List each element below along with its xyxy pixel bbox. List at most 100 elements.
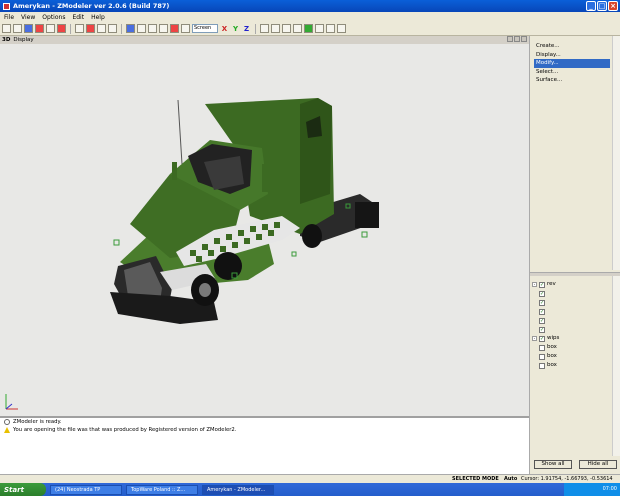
paste-icon[interactable] [97, 24, 106, 33]
truck-model[interactable] [0, 44, 529, 416]
tree-item[interactable]: ✓ [532, 289, 612, 298]
close-button[interactable]: × [608, 1, 618, 11]
mode-indicator: SELECTED MODE [452, 476, 499, 482]
hierarchy-icon[interactable] [315, 24, 324, 33]
new-file-icon[interactable] [2, 24, 11, 33]
window-title: Amerykan - ZModeler ver 2.0.6 (Build 787… [13, 2, 170, 10]
box-select-icon[interactable] [137, 24, 146, 33]
tree-item[interactable]: ✓ [532, 298, 612, 307]
tree-item-rev[interactable]: - ✓ rev [532, 280, 612, 289]
scale-icon[interactable] [159, 24, 168, 33]
axis-gizmo-icon [5, 394, 18, 410]
command-panel: Create... Display... Modify... Select...… [529, 36, 620, 476]
copy-icon[interactable] [75, 24, 84, 33]
command-scrollbar[interactable] [612, 36, 620, 270]
status-bar: SELECTED MODE Auto Cursor: 1.91754, -1.6… [0, 474, 620, 483]
clock: 07:00 [602, 486, 617, 492]
cursor-readout: Cursor: 1.91754, -1.66793, -0.53614 [521, 476, 613, 482]
command-list: Create... Display... Modify... Select...… [534, 42, 610, 85]
app-icon [3, 2, 10, 10]
command-modify[interactable]: Modify... [534, 59, 610, 68]
warning-icon [4, 427, 10, 433]
coord-space-select[interactable]: Screen [192, 24, 218, 33]
tree-item[interactable]: ✓ [532, 307, 612, 316]
menu-view[interactable]: View [21, 14, 35, 21]
view-icon[interactable] [181, 24, 190, 33]
viewport-maximize-icon[interactable] [514, 36, 520, 42]
tree-item-box[interactable]: box [532, 343, 612, 352]
delete-icon[interactable] [35, 24, 44, 33]
command-create[interactable]: Create... [534, 42, 610, 51]
cross-icon[interactable] [326, 24, 335, 33]
3d-viewport[interactable] [0, 44, 529, 416]
menu-bar: File View Options Edit Help [0, 12, 620, 22]
command-surface[interactable]: Surface... [534, 76, 610, 85]
collapse-icon[interactable]: - [532, 282, 537, 287]
maximize-button[interactable]: □ [597, 1, 607, 11]
axis-z-toggle[interactable]: Z [242, 25, 251, 33]
viewport-minimize-icon[interactable] [507, 36, 513, 42]
link-icon[interactable] [260, 24, 269, 33]
taskbar: Start (24) Neostrada TP TopWare Poland :… [0, 483, 620, 496]
show-all-button[interactable]: Show all [534, 460, 572, 469]
axis-y-toggle[interactable]: Y [231, 25, 240, 33]
tree-scrollbar[interactable] [612, 276, 620, 456]
tree-item[interactable]: ✓ [532, 325, 612, 334]
toolbar-separator [70, 23, 71, 34]
taskbar-item-topware[interactable]: TopWare Poland :: Z... [126, 484, 198, 495]
cut-icon[interactable] [46, 24, 55, 33]
grid-toggle-icon[interactable] [337, 24, 346, 33]
undo-icon[interactable] [57, 24, 66, 33]
visibility-checkbox[interactable]: ✓ [539, 326, 545, 333]
visibility-checkbox[interactable]: ✓ [539, 317, 545, 324]
title-bar: Amerykan - ZModeler ver 2.0.6 (Build 787… [0, 0, 620, 12]
menu-help[interactable]: Help [91, 14, 105, 21]
viewport-close-icon[interactable] [521, 36, 527, 42]
taskbar-item-neostrada[interactable]: (24) Neostrada TP [50, 484, 122, 495]
hide-all-button[interactable]: Hide all [579, 460, 617, 469]
visibility-checkbox[interactable] [539, 362, 545, 369]
menu-options[interactable]: Options [42, 14, 65, 21]
check-icon[interactable] [304, 24, 313, 33]
log-entry: You are opening the file was that was pr… [0, 426, 529, 434]
command-select[interactable]: Select... [534, 68, 610, 77]
move-icon[interactable] [170, 24, 179, 33]
visibility-checkbox[interactable]: ✓ [539, 299, 545, 306]
magnet-icon[interactable] [282, 24, 291, 33]
tree-item-box[interactable]: box [532, 352, 612, 361]
minimize-button[interactable]: _ [586, 1, 596, 11]
tree-item-wips[interactable]: - ✓ wips [532, 334, 612, 343]
tree-item-box[interactable]: box [532, 361, 612, 370]
open-file-icon[interactable] [13, 24, 22, 33]
triangle-icon[interactable] [126, 24, 135, 33]
rotate-icon[interactable] [148, 24, 157, 33]
toolbar: Screen X Y Z [0, 22, 620, 36]
auto-indicator: Auto [504, 476, 518, 482]
visibility-checkbox[interactable] [539, 353, 545, 360]
toolbar-separator [255, 23, 256, 34]
save-file-icon[interactable] [24, 24, 33, 33]
system-tray: 07:00 [564, 483, 620, 496]
visibility-checkbox[interactable]: ✓ [539, 335, 545, 342]
start-button[interactable]: Start [0, 483, 46, 496]
snap-icon[interactable] [293, 24, 302, 33]
visibility-checkbox[interactable]: ✓ [539, 290, 545, 297]
command-display[interactable]: Display... [534, 51, 610, 60]
record-icon[interactable] [86, 24, 95, 33]
menu-edit[interactable]: Edit [72, 14, 84, 21]
display-menu[interactable]: Display [13, 37, 33, 43]
menu-file[interactable]: File [4, 14, 14, 21]
collapse-icon[interactable]: - [532, 336, 537, 341]
view-mode-label[interactable]: 3D [2, 37, 10, 43]
panel-splitter[interactable] [530, 272, 620, 276]
tree-item[interactable]: ✓ [532, 316, 612, 325]
pen-icon[interactable] [271, 24, 280, 33]
taskbar-item-zmodeler[interactable]: Amerykan - ZModeler... [202, 484, 274, 495]
axis-x-toggle[interactable]: X [220, 25, 229, 33]
hierarchy-tree: - ✓ rev ✓ ✓ ✓ ✓ ✓ - ✓ wips box box box [532, 280, 612, 370]
viewport-header: 3D Display [0, 36, 529, 44]
grid-icon[interactable] [108, 24, 117, 33]
visibility-checkbox[interactable]: ✓ [539, 308, 545, 315]
visibility-checkbox[interactable] [539, 344, 545, 351]
visibility-checkbox[interactable]: ✓ [539, 281, 545, 288]
